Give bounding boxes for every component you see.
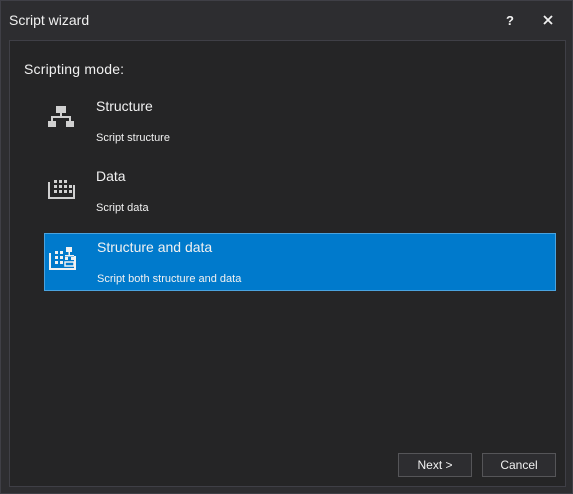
option-structure[interactable]: Structure Script structure: [44, 93, 556, 151]
help-label: ?: [506, 12, 514, 28]
option-structure-and-data-description: Script both structure and data: [97, 273, 242, 285]
data-icon: [48, 180, 75, 199]
wizard-content: Scripting mode: Structure Script structu…: [9, 40, 566, 487]
option-structure-description: Script structure: [96, 132, 170, 144]
next-button[interactable]: Next >: [398, 453, 472, 477]
script-wizard-window: Script wizard ? Scripting mode: Structur…: [0, 0, 573, 494]
title-bar: Script wizard ?: [1, 1, 572, 39]
cancel-button[interactable]: Cancel: [482, 453, 556, 477]
option-data-description: Script data: [96, 202, 149, 214]
close-button[interactable]: [535, 7, 561, 33]
option-data-title: Data: [96, 168, 126, 184]
close-icon: [543, 15, 553, 25]
structure-and-data-icon: [49, 247, 76, 270]
help-button[interactable]: ?: [497, 7, 523, 33]
option-data[interactable]: Data Script data: [44, 163, 556, 221]
window-title: Script wizard: [9, 12, 90, 28]
option-structure-title: Structure: [96, 98, 153, 114]
structure-icon: [48, 106, 74, 127]
option-structure-and-data-title: Structure and data: [97, 239, 213, 255]
option-structure-and-data[interactable]: Structure and data Script both structure…: [44, 233, 556, 291]
scripting-mode-label: Scripting mode:: [24, 61, 125, 77]
